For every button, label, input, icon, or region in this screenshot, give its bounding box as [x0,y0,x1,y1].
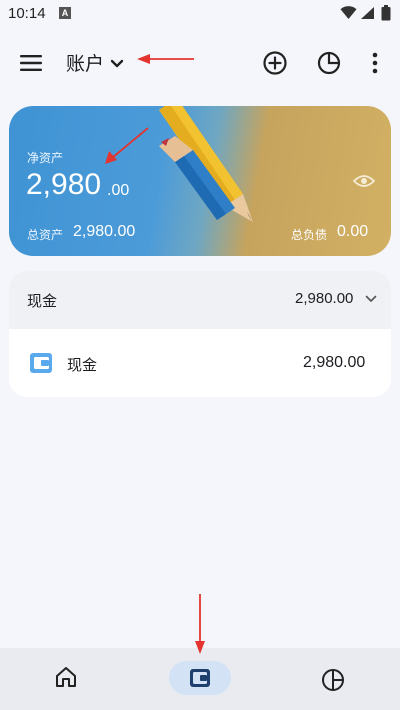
wallet-icon [30,353,52,373]
asset-summary-card[interactable]: 净资产 2,980 .00 总资产 2,980.00 总负债 0.00 [9,106,391,256]
account-group: 现金 2,980.00 现金 2,980.00 [9,271,391,397]
wallet-icon [190,669,210,687]
home-icon[interactable] [54,666,78,688]
account-group-header[interactable]: 现金 2,980.00 [9,271,391,329]
status-time: 10:14 [8,5,46,22]
account-group-total: 2,980.00 [295,290,354,307]
signal-icon [361,7,374,19]
total-debt-value: 0.00 [337,223,369,240]
page-title: 账户 [66,53,105,75]
bottom-navigation [0,648,400,710]
total-debt-label: 总负债 [291,228,328,242]
app-bar: 账户 [0,40,400,86]
battery-icon [381,5,391,21]
account-row[interactable]: 现金 2,980.00 [9,329,391,397]
net-assets-label: 净资产 [27,151,64,165]
account-name: 现金 [67,356,98,374]
pie-chart-icon[interactable] [316,50,342,76]
eye-icon[interactable] [353,173,375,189]
chevron-down-icon [110,59,124,67]
net-assets-value: 2,980 [26,168,102,201]
account-group-name: 现金 [27,292,58,310]
menu-icon[interactable] [18,50,44,76]
add-circle-icon[interactable] [262,50,288,76]
status-bar: 10:14 A [0,0,400,28]
pie-chart-icon[interactable] [321,668,345,692]
nav-item-accounts[interactable] [169,661,231,695]
chevron-down-icon [365,295,377,302]
account-balance: 2,980.00 [303,354,366,371]
net-assets-decimal: .00 [107,182,130,199]
total-assets-label: 总资产 [27,228,64,242]
account-selector[interactable]: 账户 [66,49,124,76]
wifi-icon [340,6,357,19]
more-vertical-icon[interactable] [370,51,380,75]
total-assets-value: 2,980.00 [73,223,136,240]
notification-badge: A [59,7,71,19]
